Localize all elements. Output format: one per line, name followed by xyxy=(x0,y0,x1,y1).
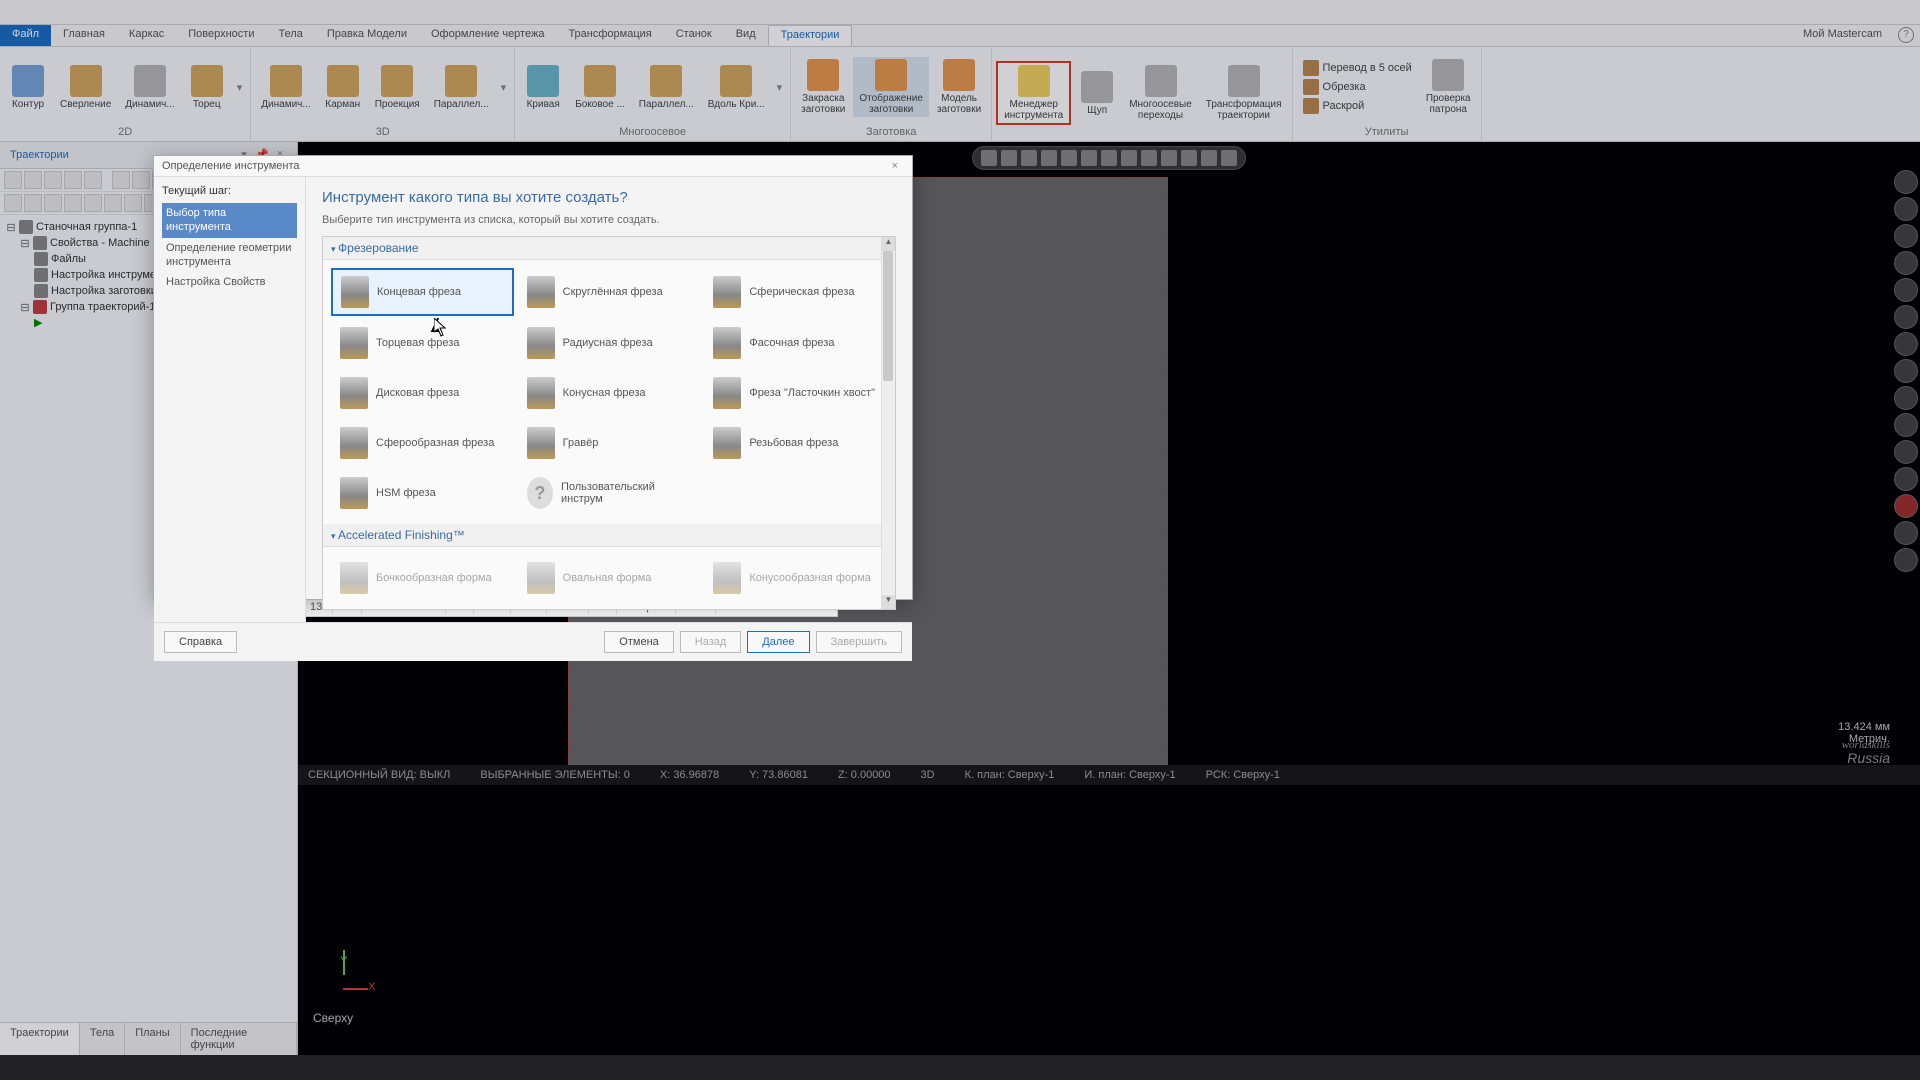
lollipop-icon xyxy=(340,427,368,459)
tool-hsm[interactable]: HSM фреза xyxy=(331,470,514,516)
tool-oval[interactable]: Овальная форма xyxy=(518,555,701,601)
thread-icon xyxy=(713,427,741,459)
tool-lollipop[interactable]: Сферообразная фреза xyxy=(331,420,514,466)
engrave-icon xyxy=(527,427,555,459)
slot-icon xyxy=(340,377,368,409)
tool-radius[interactable]: Радиусная фреза xyxy=(518,320,701,366)
question-icon: ? xyxy=(527,477,553,509)
section-accelerated[interactable]: Accelerated Finishing™ xyxy=(323,524,895,547)
back-button[interactable]: Назад xyxy=(680,631,742,653)
ballnose-icon xyxy=(713,276,741,308)
tool-slot[interactable]: Дисковая фреза xyxy=(331,370,514,416)
finish-button[interactable]: Завершить xyxy=(816,631,902,653)
dovetail-icon xyxy=(713,377,741,409)
bullnose-icon xyxy=(527,276,555,308)
taperform-icon xyxy=(713,562,741,594)
barrel-icon xyxy=(340,562,368,594)
tool-dovetail[interactable]: Фреза "Ласточкин хвост" xyxy=(704,370,887,416)
dialog-titlebar[interactable]: Определение инструмента × xyxy=(154,156,912,177)
dialog-heading: Инструмент какого типа вы хотите создать… xyxy=(322,189,896,206)
facemill-icon xyxy=(340,327,368,359)
tool-chamfer[interactable]: Фасочная фреза xyxy=(704,320,887,366)
cancel-button[interactable]: Отмена xyxy=(604,631,673,653)
dialog-subtext: Выберите тип инструмента из списка, кото… xyxy=(322,214,896,226)
tool-definition-dialog: Определение инструмента × Текущий шаг: В… xyxy=(153,155,913,600)
dialog-main: Инструмент какого типа вы хотите создать… xyxy=(306,177,912,622)
tool-barrel[interactable]: Бочкообразная форма xyxy=(331,555,514,601)
tool-engrave[interactable]: Гравёр xyxy=(518,420,701,466)
radius-icon xyxy=(527,327,555,359)
close-icon[interactable]: × xyxy=(886,160,904,172)
section-milling[interactable]: Фрезерование xyxy=(323,237,895,260)
step-properties[interactable]: Настройка Свойств xyxy=(162,272,297,292)
tool-thread[interactable]: Резьбовая фреза xyxy=(704,420,887,466)
scrollbar[interactable]: ▲ ▼ xyxy=(881,237,895,609)
taper-icon xyxy=(527,377,555,409)
tool-taper[interactable]: Конусная фреза xyxy=(518,370,701,416)
tool-endmill-ball[interactable]: Сферическая фреза xyxy=(704,268,887,316)
step-heading: Текущий шаг: xyxy=(162,185,297,197)
chamfer-icon xyxy=(713,327,741,359)
endmill-icon xyxy=(341,276,369,308)
help-button[interactable]: Справка xyxy=(164,631,237,653)
dialog-sidebar: Текущий шаг: Выбор типа инструмента Опре… xyxy=(154,177,306,622)
oval-icon xyxy=(527,562,555,594)
scroll-thumb[interactable] xyxy=(883,251,893,381)
tool-type-list: Фрезерование Концевая фреза Скруглённая … xyxy=(322,236,896,610)
scroll-down-icon[interactable]: ▼ xyxy=(882,595,895,609)
step-geometry[interactable]: Определение геометрии инструмента xyxy=(162,238,297,273)
step-tool-type[interactable]: Выбор типа инструмента xyxy=(162,203,297,238)
tool-endmill-bull[interactable]: Скруглённая фреза xyxy=(518,268,701,316)
scroll-up-icon[interactable]: ▲ xyxy=(882,237,895,251)
tool-facemill[interactable]: Торцевая фреза xyxy=(331,320,514,366)
next-button[interactable]: Далее xyxy=(747,631,809,653)
mouse-cursor-icon xyxy=(434,318,446,336)
tool-taperform[interactable]: Конусообразная форма xyxy=(704,555,887,601)
tool-endmill-flat[interactable]: Концевая фреза xyxy=(331,268,514,316)
tool-custom[interactable]: ?Пользовательский инструм xyxy=(518,470,701,516)
hsm-icon xyxy=(340,477,368,509)
dialog-footer: Справка Отмена Назад Далее Завершить xyxy=(154,622,912,661)
